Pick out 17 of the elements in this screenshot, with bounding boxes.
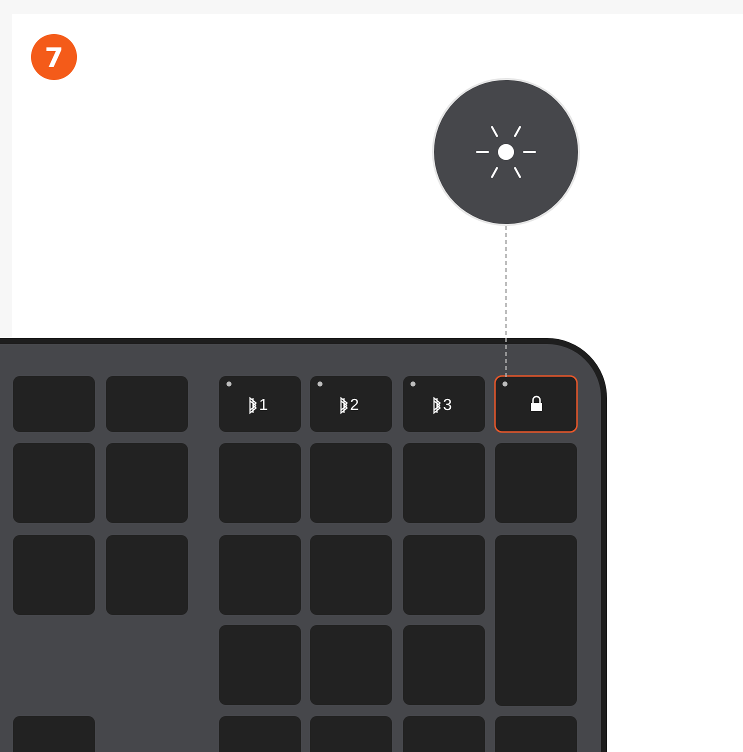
bluetooth-icon [340,397,348,414]
key-label: 2 [350,397,359,414]
key[interactable] [310,376,392,432]
indicator-dot [410,382,416,386]
key[interactable] [219,376,301,432]
indicator-dot [502,382,508,386]
key-label: 3 [443,397,452,414]
key-label: 1 [259,397,268,414]
indicator-dot [318,382,322,386]
bluetooth-icon [249,397,257,414]
brightness-icon [476,126,536,178]
indicator-dot [226,382,232,386]
key[interactable] [494,375,578,433]
lock-icon [531,396,542,411]
step-badge: 7 [31,34,77,80]
bluetooth-icon [433,397,441,414]
key[interactable] [403,376,485,432]
